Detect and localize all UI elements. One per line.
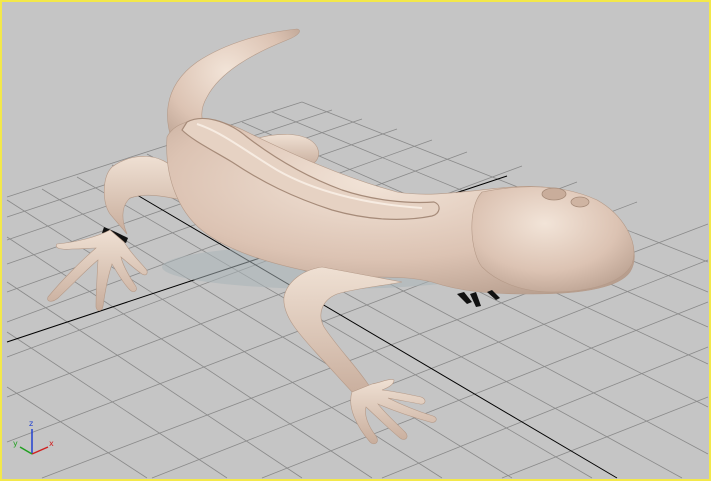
x-axis-line: [31, 446, 49, 455]
eye-ridge-left: [541, 187, 567, 201]
z-axis-label: z: [29, 419, 33, 428]
perspective-viewport[interactable]: z x y: [0, 0, 711, 481]
front-left-foot: [350, 379, 437, 445]
x-axis-label: x: [49, 439, 54, 448]
head: [471, 186, 635, 293]
eye-ridge-right: [570, 196, 590, 208]
y-axis-label: y: [13, 439, 18, 448]
back-left-foot: [47, 229, 148, 311]
scene-canvas[interactable]: [2, 2, 711, 481]
far-front-foot: [457, 290, 500, 307]
y-axis-line: [19, 446, 33, 455]
axis-gizmo: z x y: [13, 419, 54, 455]
